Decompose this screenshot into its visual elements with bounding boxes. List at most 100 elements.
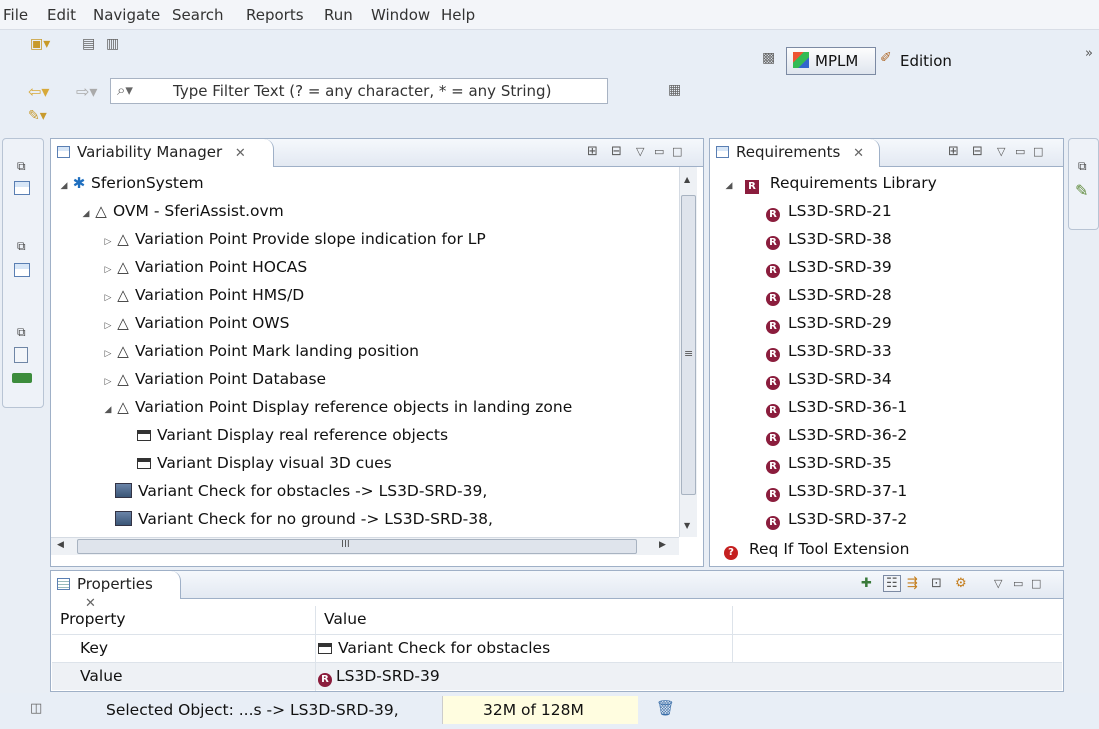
expanded-toggle-icon[interactable]: ◢: [57, 172, 71, 200]
restore-icon[interactable]: ⧉: [17, 239, 26, 254]
pin-icon[interactable]: ✎▾: [28, 108, 47, 124]
column-header-value[interactable]: Value: [324, 610, 367, 628]
view-menu-icon[interactable]: ▽: [994, 577, 1002, 590]
requirement-item[interactable]: R LS3D-SRD-21: [766, 197, 892, 225]
collapsed-toggle-icon[interactable]: ▷: [101, 284, 115, 312]
collapse-all-icon[interactable]: ⊟: [611, 144, 622, 159]
table-row[interactable]: Value R LS3D-SRD-39: [52, 662, 1062, 691]
tree-node[interactable]: ▷ △ Variation Point HMS/D: [101, 281, 305, 312]
task-list-icon[interactable]: [12, 373, 32, 383]
requirement-item[interactable]: R LS3D-SRD-35: [766, 449, 892, 477]
show-categories-icon[interactable]: ☷: [883, 575, 901, 592]
open-perspective-icon[interactable]: ▩: [762, 50, 775, 66]
scroll-left-icon[interactable]: ◀: [57, 540, 64, 550]
back-icon[interactable]: ⇦▾: [28, 82, 49, 101]
property-value[interactable]: R LS3D-SRD-39: [318, 667, 440, 687]
collapsed-toggle-icon[interactable]: ▷: [101, 368, 115, 396]
scroll-thumb[interactable]: [681, 195, 696, 495]
perspective-edition-button[interactable]: Edition: [900, 52, 952, 70]
scroll-right-icon[interactable]: ▶: [659, 540, 666, 550]
tree-node[interactable]: ◢ ✱ SferionSystem: [57, 169, 204, 197]
requirement-item[interactable]: R LS3D-SRD-28: [766, 281, 892, 309]
view-menu-icon[interactable]: ▽: [997, 145, 1005, 158]
close-icon[interactable]: ✕: [853, 146, 864, 161]
maximize-icon[interactable]: □: [1031, 577, 1041, 590]
menu-help[interactable]: Help: [441, 6, 475, 24]
new-wizard-icon[interactable]: ▣▾: [30, 36, 50, 52]
filter-icon[interactable]: ⊡: [931, 576, 942, 591]
save-all-icon[interactable]: ▥: [106, 36, 119, 52]
scroll-down-icon[interactable]: ▼: [684, 521, 690, 530]
tree-node[interactable]: ▷ △ Variation Point Database: [101, 365, 327, 396]
tree-node[interactable]: ▷ △ Variation Point Mark landing position: [101, 337, 419, 365]
menu-window[interactable]: Window: [371, 6, 430, 24]
forward-icon[interactable]: ⇨▾: [76, 82, 97, 101]
heap-status[interactable]: 32M of 128M: [442, 696, 638, 724]
view-icon[interactable]: [14, 263, 30, 277]
tree-node[interactable]: ▷ △ Variation Point HOCAS: [101, 253, 308, 284]
collapsed-toggle-icon[interactable]: ▷: [101, 312, 115, 340]
filter-input[interactable]: ⌕▾ Type Filter Text (? = any character, …: [110, 78, 608, 104]
column-header-property[interactable]: Property: [60, 610, 126, 628]
pin-to-selection-icon[interactable]: ✚: [861, 576, 872, 591]
expand-all-icon[interactable]: ⊞: [948, 144, 959, 159]
expand-toggle-icon[interactable]: ◢: [722, 172, 736, 200]
minimize-icon[interactable]: ▭: [1013, 577, 1023, 590]
requirement-item[interactable]: R LS3D-SRD-36-1: [766, 393, 907, 421]
fast-view-icon[interactable]: ◫: [30, 701, 42, 716]
collapsed-toggle-icon[interactable]: ▷: [101, 340, 115, 368]
tree-node[interactable]: ▷ △ Variation Point Provide slope indicati…: [101, 225, 486, 253]
tree-node[interactable]: Variant Check for no ground -> LS3D-SRD-…: [101, 505, 493, 533]
tree-vertical-scrollbar[interactable]: ▲ ≡ ▼: [679, 167, 697, 537]
edit-note-icon[interactable]: ✎: [1075, 181, 1088, 200]
garbage-collect-icon[interactable]: 🗑: [656, 699, 675, 717]
close-icon[interactable]: ✕: [235, 146, 246, 161]
menu-search[interactable]: Search: [172, 6, 224, 24]
perspective-mplm-button[interactable]: MPLM: [786, 47, 876, 75]
restore-icon[interactable]: ⧉: [17, 159, 26, 174]
restore-icon[interactable]: ⧉: [1078, 159, 1087, 174]
requirement-item[interactable]: R LS3D-SRD-29: [766, 309, 892, 337]
requirement-item[interactable]: R LS3D-SRD-37-2: [766, 505, 907, 533]
maximize-icon[interactable]: □: [672, 145, 682, 158]
menu-reports[interactable]: Reports: [246, 6, 304, 24]
expanded-toggle-icon[interactable]: ◢: [79, 200, 93, 228]
maximize-icon[interactable]: □: [1033, 145, 1043, 158]
tab-properties[interactable]: Properties ✕: [51, 571, 181, 611]
restore-default-icon[interactable]: ⚙: [955, 576, 967, 591]
tree-node[interactable]: Variant Display visual 3D cues: [123, 449, 392, 477]
menu-navigate[interactable]: Navigate: [93, 6, 160, 24]
minimize-icon[interactable]: ▭: [654, 145, 664, 158]
requirement-item[interactable]: R LS3D-SRD-38: [766, 225, 892, 253]
requirements-library-node[interactable]: ◢ R Requirements Library: [722, 169, 937, 197]
open-task-icon[interactable]: ▦: [668, 82, 681, 98]
expanded-toggle-icon[interactable]: ◢: [101, 396, 115, 424]
view-icon[interactable]: [14, 181, 30, 195]
tree-node[interactable]: ◢ △ Variation Point Display reference obje…: [101, 393, 573, 424]
minimize-icon[interactable]: ▭: [1015, 145, 1025, 158]
requirement-item[interactable]: R LS3D-SRD-37-1: [766, 477, 907, 505]
outline-icon[interactable]: [14, 347, 28, 363]
perspective-overflow[interactable]: »: [1085, 46, 1093, 61]
tree-node[interactable]: ▷ △ Variation Point OWS: [101, 309, 290, 340]
expand-all-icon[interactable]: ⊞: [587, 144, 598, 159]
tree-horizontal-scrollbar[interactable]: ◀ III ▶: [51, 537, 679, 555]
collapsed-toggle-icon[interactable]: ▷: [101, 228, 115, 256]
tree-node[interactable]: Variant Check for obstacles -> LS3D-SRD-…: [101, 477, 487, 505]
requirement-item[interactable]: R LS3D-SRD-36-2: [766, 421, 907, 449]
menu-file[interactable]: File: [3, 6, 28, 24]
scroll-thumb[interactable]: [77, 539, 637, 554]
scroll-up-icon[interactable]: ▲: [684, 175, 690, 184]
requirement-item[interactable]: R LS3D-SRD-39: [766, 253, 892, 281]
table-row[interactable]: Key Variant Check for obstacles: [52, 634, 1062, 663]
tab-requirements[interactable]: Requirements ✕: [710, 139, 880, 167]
tree-node[interactable]: ◢ △ OVM - SferiAssist.ovm: [79, 197, 284, 225]
menu-run[interactable]: Run: [324, 6, 353, 24]
tab-variability-manager[interactable]: Variability Manager ✕: [51, 139, 274, 167]
collapse-all-icon[interactable]: ⊟: [972, 144, 983, 159]
collapsed-toggle-icon[interactable]: ▷: [101, 256, 115, 284]
save-icon[interactable]: ▤: [82, 36, 95, 52]
show-advanced-icon[interactable]: ⇶: [907, 576, 918, 591]
requirement-item[interactable]: R LS3D-SRD-34: [766, 365, 892, 393]
req-if-extension-node[interactable]: ? Req If Tool Extension: [724, 535, 909, 563]
